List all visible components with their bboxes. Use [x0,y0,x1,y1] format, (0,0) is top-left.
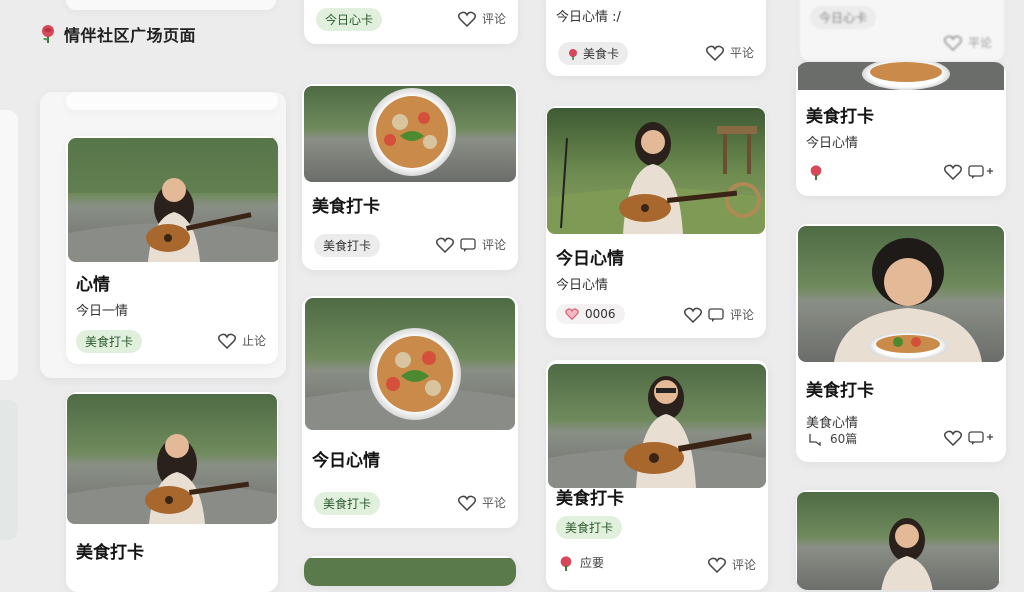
post-card[interactable]: 美食打卡 今日心情 [796,62,1006,196]
photo-strip [304,558,516,586]
post-card[interactable]: 美食打卡 美食心情 60篇 [796,224,1006,462]
heart-icon[interactable] [457,11,476,27]
like-count: 0006 [585,307,616,321]
guitar-photo [548,364,766,488]
post-title: 美食打卡 [76,543,144,563]
post-title: 美食打卡 [806,107,874,127]
comment-icon [809,433,821,446]
comment-label[interactable]: 评论 [730,306,754,323]
post-card[interactable]: 心情 今日一情 美食打卡 止论 [40,92,286,378]
post-card[interactable]: 今日心情 美食打卡 平论 [302,296,518,528]
food-bowl-photo [304,86,516,182]
post-subtitle: 今日心情 [556,278,609,293]
post-card-inner [66,92,278,110]
post-subtitle: 今日心情 [806,136,859,151]
post-tag[interactable]: 今日心卡 [810,6,877,29]
post-card[interactable]: 今日心卡 评论 [304,0,518,44]
comment-label[interactable]: 止论 [242,332,266,349]
rose-icon [42,25,54,43]
post-title: 美食打卡 [806,381,874,401]
heart-icon[interactable] [944,164,962,180]
guitar-photo [797,492,999,590]
heart-icon[interactable] [705,45,724,61]
post-card[interactable]: 今日心情 :/ 美食卡 平论 [546,0,766,76]
comment-add-icon[interactable] [968,165,994,179]
post-chip: 60篇 [830,432,858,446]
comment-icon[interactable] [708,307,724,322]
page-title: 情伴社区广场页面 [64,26,197,45]
heart-icon[interactable] [435,237,454,253]
heart-icon[interactable] [217,333,236,349]
post-card[interactable]: 心情 今日一情 美食打卡 止论 [66,136,278,364]
comment-add-icon[interactable] [968,431,994,445]
rose-icon [810,165,822,180]
food-bowl-photo [798,62,1004,90]
post-tag-label: 美食卡 [583,47,620,61]
post-subtitle: 美食心情 [806,416,859,431]
comment-label[interactable]: 评论 [482,10,506,27]
post-tag[interactable]: 美食打卡 [76,330,143,353]
comment-label[interactable]: 平论 [968,34,992,51]
heart-icon[interactable] [707,557,726,573]
post-card[interactable]: 美食打卡 美食打卡 应要 评论 [546,360,768,590]
comment-label[interactable]: 评论 [732,556,756,573]
post-title: 美食打卡 [556,489,624,509]
post-chip: 应要 [580,556,605,570]
guitar-photo [67,394,277,524]
rose-icon [569,48,577,60]
comment-label[interactable]: 平论 [730,44,754,61]
offscreen-card-left-2 [0,400,18,540]
comment-icon[interactable] [460,237,476,252]
post-card[interactable] [796,490,1000,590]
post-tag[interactable]: 今日心卡 [316,8,383,31]
post-card[interactable]: 今日心卡 平论 [800,0,1004,62]
heart-icon[interactable] [943,35,962,51]
post-card[interactable]: 美食打卡 美食打卡 评论 [302,84,518,270]
post-card[interactable]: 今日心情 今日心情 0006 评论 [546,106,766,338]
like-count-badge[interactable]: 0006 [556,304,625,324]
heart-icon[interactable] [683,307,702,323]
heart-icon[interactable] [457,495,476,511]
comment-label[interactable]: 评论 [482,236,506,253]
post-tag[interactable]: 美食卡 [558,42,629,65]
rose-icon [560,555,572,571]
guitar-photo [68,138,278,262]
guitar-photo [547,108,765,234]
food-portrait-photo [798,226,1004,362]
post-title: 今日心情 [312,451,380,471]
heart-icon[interactable] [944,430,962,446]
post-title: 美食打卡 [312,197,380,217]
post-subtitle: 今日心情 :/ [556,10,621,25]
food-bowl-photo [305,298,515,430]
offscreen-card-left [0,110,18,380]
post-title: 今日心情 [556,249,624,269]
post-subtitle: 今日一情 [76,304,129,319]
post-card[interactable] [66,0,276,10]
post-card[interactable]: 美食打卡 [66,392,278,592]
post-card[interactable] [304,556,516,586]
post-feed[interactable]: 心情 今日一情 美食打卡 止论 美食打卡 今日心卡 评论 美食打卡 美食打卡 评… [0,0,1024,592]
heart-filled-icon [565,308,579,320]
header: 情伴社区广场页面 [38,22,196,46]
post-tag[interactable]: 美食打卡 [556,516,623,539]
post-title: 心情 [76,275,110,295]
comment-label[interactable]: 平论 [482,494,506,511]
post-tag[interactable]: 美食打卡 [314,492,381,515]
post-tag[interactable]: 美食打卡 [314,234,381,257]
